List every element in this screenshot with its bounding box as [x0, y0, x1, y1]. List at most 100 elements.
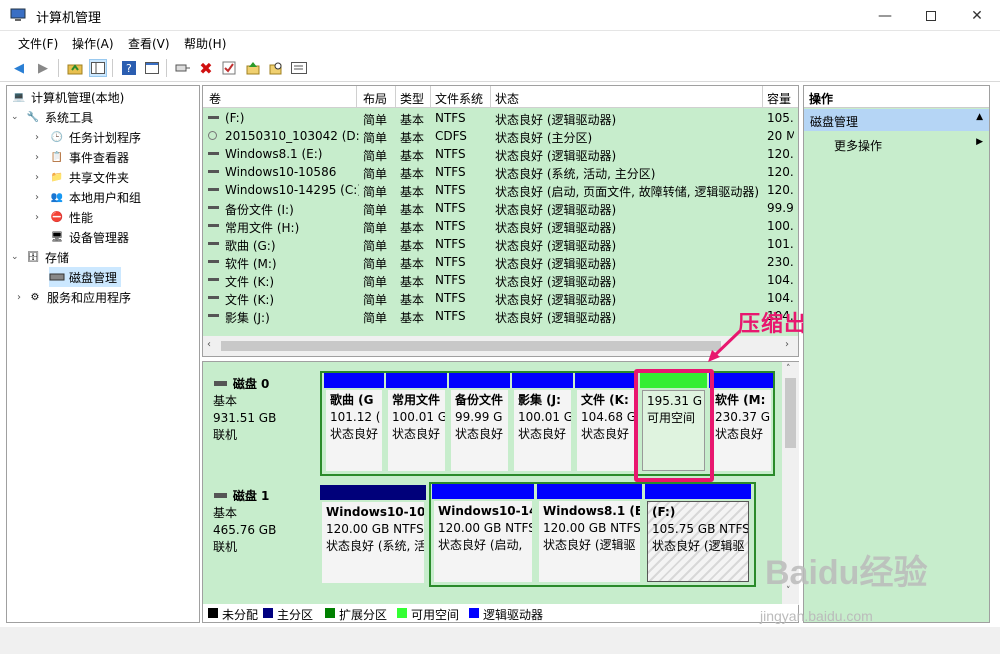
console-icon[interactable]: [290, 59, 308, 77]
collapse-icon[interactable]: ▲: [976, 112, 983, 122]
scroll-left-icon[interactable]: ‹: [207, 339, 211, 350]
table-row[interactable]: 常用文件 (H:) 简单基本 NTFS 状态良好 (逻辑驱动器) 100.0: [203, 217, 798, 235]
table-cell: 状态良好 (系统, 活动, 主分区): [495, 167, 656, 181]
menu-action[interactable]: 操作(A): [72, 35, 114, 52]
partition-block[interactable]: 软件 (M: 230.37 G 状态良好: [709, 373, 773, 473]
forward-icon[interactable]: ▶: [34, 59, 52, 77]
table-row[interactable]: 歌曲 (G:) 简单基本 NTFS 状态良好 (逻辑驱动器) 101.1: [203, 235, 798, 253]
maximize-button[interactable]: [908, 0, 954, 31]
table-row[interactable]: 软件 (M:) 简单基本 NTFS 状态良好 (逻辑驱动器) 230.3: [203, 253, 798, 271]
tree-item-system-tools[interactable]: ⌄ 🔧 系统工具: [11, 107, 93, 127]
col-volume[interactable]: 卷: [209, 90, 221, 107]
col-type[interactable]: 类型: [400, 90, 424, 107]
partition-info: (F:) 105.75 GB NTFS 状态良好 (逻辑驱: [647, 501, 749, 582]
volume-icon: [208, 116, 219, 119]
tree-item-computer-management[interactable]: 💻 计算机管理(本地): [11, 87, 125, 107]
table-row[interactable]: 文件 (K:) 简单基本 NTFS 状态良好 (逻辑驱动器) 104.6: [203, 289, 798, 307]
chevron-right-icon[interactable]: ›: [35, 152, 49, 163]
disk-0-label[interactable]: 磁盘 0 基本 931.51 GB 联机: [213, 376, 327, 444]
volume-icon: [208, 188, 219, 191]
volume-icon: [208, 314, 219, 317]
col-filesystem[interactable]: 文件系统: [435, 90, 483, 107]
table-cell: 状态良好 (逻辑驱动器): [495, 293, 617, 307]
disk-graphical-view: 磁盘 0 基本 931.51 GB 联机 歌曲 (G 101.12 (状态良好 常用…: [202, 361, 799, 623]
scroll-up-icon[interactable]: ˄: [786, 364, 791, 374]
table-row[interactable]: 文件 (K:) 简单基本 NTFS 状态良好 (逻辑驱动器) 104.6: [203, 271, 798, 289]
menu-file[interactable]: 文件(F): [18, 35, 58, 52]
partition-block[interactable]: 歌曲 (G 101.12 (状态良好: [324, 373, 384, 473]
table-cell: 基本: [400, 257, 425, 271]
table-cell: 120.0: [767, 183, 794, 197]
partition-line-2: 120.00 GB NTFS: [543, 521, 640, 535]
tree-item-device-manager[interactable]: 🖥 设备管理器: [49, 227, 129, 247]
table-row[interactable]: 备份文件 (I:) 简单基本 NTFS 状态良好 (逻辑驱动器) 99.99: [203, 199, 798, 217]
search-disk-icon[interactable]: [267, 59, 285, 77]
tree-item-event-viewer[interactable]: › 📋 事件查看器: [35, 147, 129, 167]
partition-block[interactable]: 文件 (K: 104.68 G 状态良好: [575, 373, 636, 473]
partition-block[interactable]: Windows10-14 120.00 GB NTFS 状态良好 (启动,: [432, 484, 534, 584]
close-button[interactable]: ✕: [954, 0, 1000, 31]
properties-icon[interactable]: [143, 59, 161, 77]
actions-pane: 操作 磁盘管理 ▲ 更多操作 ▶: [803, 85, 990, 623]
chevron-right-icon[interactable]: ›: [35, 192, 49, 203]
connect-icon[interactable]: [174, 59, 192, 77]
chevron-right-icon[interactable]: ›: [35, 212, 49, 223]
tree-item-performance[interactable]: › ⛔ 性能: [35, 207, 93, 227]
partition-block[interactable]: 影集 (J: 100.01 G 状态良好: [512, 373, 573, 473]
table-cell: 文件 (K:): [225, 293, 275, 307]
more-actions[interactable]: 更多操作 ▶: [804, 134, 989, 154]
computer-icon: 💻: [12, 91, 26, 103]
partition-line-3: 状态良好 (逻辑驱: [652, 539, 745, 553]
actions-section-disk-management[interactable]: 磁盘管理 ▲: [804, 109, 989, 131]
tree-item-services-apps[interactable]: › ⚙ 服务和应用程序: [17, 287, 131, 307]
table-row[interactable]: Windows10-10586 简单 基本 NTFS 状态良好 (系统, 活动, 主分区…: [203, 163, 798, 181]
tree-item-task-scheduler[interactable]: › 🕒 任务计划程序: [35, 127, 141, 147]
tree-item-shared-folders[interactable]: › 📁 共享文件夹: [35, 167, 129, 187]
back-icon[interactable]: ◀: [10, 59, 28, 77]
legend-swatch: [469, 608, 479, 618]
menu-help[interactable]: 帮助(H): [184, 35, 226, 52]
chevron-right-icon[interactable]: ›: [35, 172, 49, 183]
legend-swatch: [263, 608, 273, 618]
tree-item-disk-management[interactable]: 磁盘管理: [49, 267, 122, 287]
table-row[interactable]: 影集 (J:)简单基本NTFS状态良好 (逻辑驱动器)104.6: [203, 307, 798, 325]
table-cell: 120.0: [767, 147, 794, 161]
chevron-down-icon[interactable]: ⌄: [11, 252, 25, 262]
disk-1-label[interactable]: 磁盘 1 基本 465.76 GB 联机: [213, 488, 327, 556]
scroll-thumb[interactable]: [785, 378, 796, 448]
table-row[interactable]: 20150310_103042 (D:) 简单 基本 CDFS 状态良好 (主分区) 20…: [203, 127, 798, 145]
up-folder-icon[interactable]: [66, 59, 84, 77]
partition-block[interactable]: Windows8.1 (E 120.00 GB NTFS 状态良好 (逻辑驱: [537, 484, 642, 584]
table-row[interactable]: (F:) 简单基本 NTFS 状态良好 (逻辑驱动器) 105.7: [203, 109, 798, 127]
show-hide-tree-icon[interactable]: [89, 59, 107, 77]
delete-icon[interactable]: ✖: [197, 59, 215, 78]
tree-item-local-users[interactable]: › 👥 本地用户和组: [35, 187, 141, 207]
menu-view[interactable]: 查看(V): [128, 35, 170, 52]
partition-block[interactable]: 备份文件 99.99 G 状态良好: [449, 373, 510, 473]
partition-block[interactable]: Windows10-10! 120.00 GB NTFS 状态良好 (系统, 活: [320, 485, 426, 585]
table-cell: 20150310_103042 (D:): [225, 129, 359, 143]
col-capacity[interactable]: 容量: [767, 90, 791, 107]
partition-block[interactable]: (F:) 105.75 GB NTFS 状态良好 (逻辑驱: [645, 484, 751, 584]
up-arrow-icon[interactable]: [244, 59, 262, 77]
partition-block[interactable]: 常用文件 100.01 G 状态良好: [386, 373, 447, 473]
tree-item-storage[interactable]: ⌄ 🗄 存储: [11, 247, 69, 267]
table-cell: 基本: [400, 275, 425, 289]
scroll-right-icon[interactable]: ›: [785, 339, 789, 350]
table-cell: 简单: [363, 131, 388, 145]
partition-line-1: Windows8.1 (E: [543, 504, 640, 518]
help-icon[interactable]: ?: [120, 59, 138, 77]
table-cell: 文件 (K:): [225, 275, 275, 289]
partition-info: 软件 (M: 230.37 G 状态良好: [711, 390, 771, 471]
table-row[interactable]: Windows8.1 (E:) 简单基本 NTFS 状态良好 (逻辑驱动器) 120.0: [203, 145, 798, 163]
minimize-button[interactable]: —: [862, 0, 908, 31]
table-cell: 20 M: [767, 129, 794, 143]
chevron-right-icon[interactable]: ›: [35, 132, 49, 143]
col-layout[interactable]: 布局: [363, 90, 387, 107]
table-row[interactable]: Windows10-14295 (C:) 简单 基本 NTFS 状态良好 (启动, 页面…: [203, 181, 798, 199]
check-icon[interactable]: [220, 59, 238, 77]
chevron-right-icon[interactable]: ›: [17, 292, 27, 303]
scroll-thumb[interactable]: [221, 341, 721, 351]
chevron-down-icon[interactable]: ⌄: [11, 112, 25, 122]
col-status[interactable]: 状态: [495, 90, 519, 107]
